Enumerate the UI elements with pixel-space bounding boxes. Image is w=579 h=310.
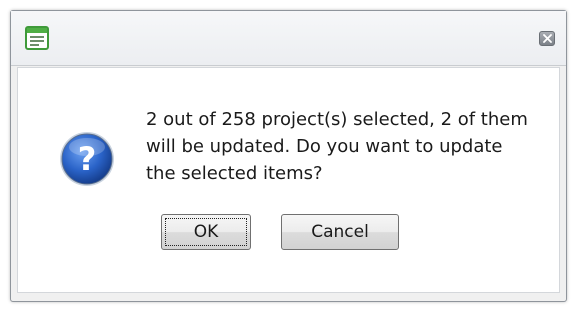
confirm-dialog: ? 2 out of 258 project(s) selected, 2 of… [10,10,567,302]
ok-button[interactable]: OK [161,214,251,250]
window-app-icon [25,26,49,50]
cancel-button[interactable]: Cancel [281,214,399,250]
dialog-message: 2 out of 258 project(s) selected, 2 of t… [146,109,528,184]
svg-text:?: ? [78,140,97,178]
cancel-button-label: Cancel [311,222,369,242]
dialog-body: ? 2 out of 258 project(s) selected, 2 of… [17,67,560,293]
question-icon: ? [58,130,116,188]
title-bar[interactable] [11,11,566,66]
ok-button-label: OK [193,222,219,242]
close-button[interactable] [539,31,555,46]
